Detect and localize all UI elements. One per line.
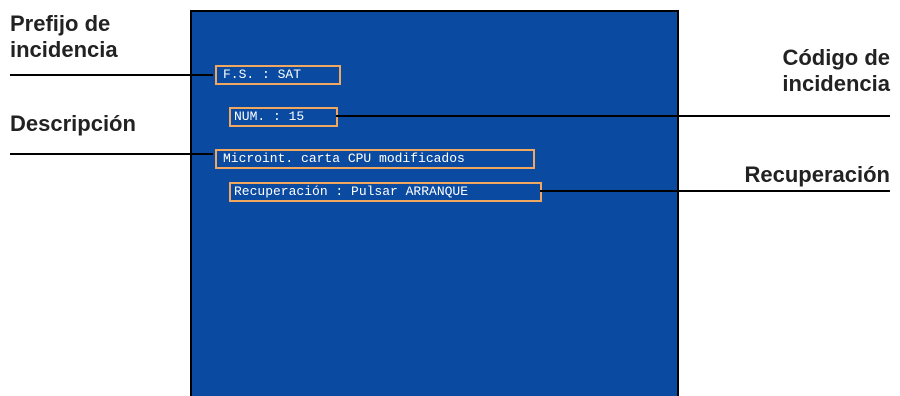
- display-screen: F.S. : SAT NUM. : 15 Microint. carta CPU…: [190, 10, 679, 396]
- prefix-leader-line: [10, 74, 213, 76]
- description-field: Microint. carta CPU modificados: [215, 149, 535, 169]
- recovery-leader-line: [540, 190, 890, 192]
- prefix-callout-line1: Prefijo de: [10, 11, 111, 36]
- recovery-field: Recuperación : Pulsar ARRANQUE: [229, 182, 542, 202]
- code-callout-line2: incidencia: [782, 71, 890, 96]
- code-callout-line1: Código de: [782, 45, 890, 70]
- code-field: NUM. : 15: [229, 107, 338, 127]
- description-leader-line: [10, 153, 213, 155]
- diagram: F.S. : SAT NUM. : 15 Microint. carta CPU…: [0, 0, 900, 396]
- prefix-callout-label: Prefijo de incidencia: [10, 11, 118, 63]
- prefix-field: F.S. : SAT: [215, 65, 341, 85]
- code-leader-line: [336, 115, 890, 117]
- description-callout-label: Descripción: [10, 111, 136, 136]
- code-callout-label: Código de incidencia: [782, 45, 890, 97]
- prefix-callout-line2: incidencia: [10, 37, 118, 62]
- recovery-callout-label: Recuperación: [744, 162, 891, 187]
